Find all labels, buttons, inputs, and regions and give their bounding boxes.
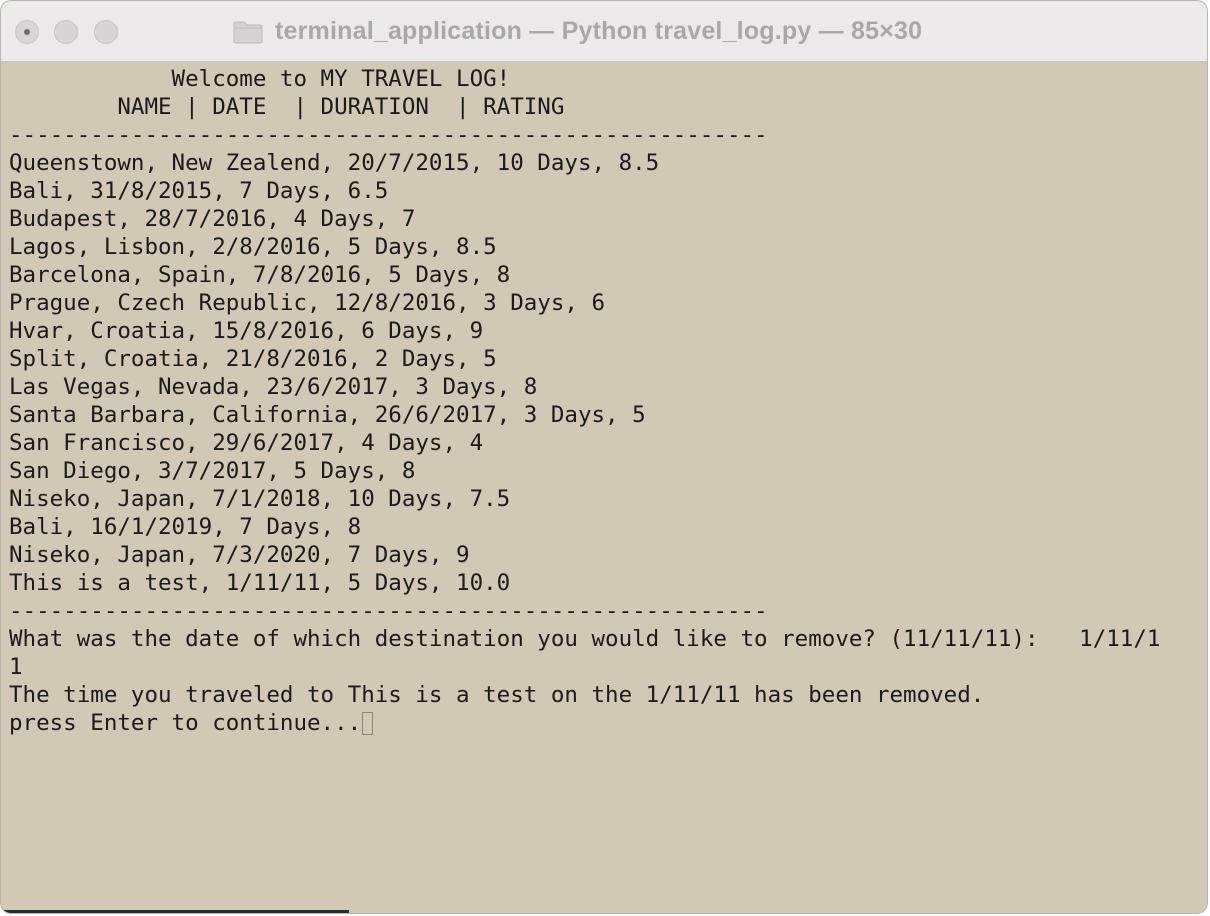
travel-entry-line: Bali, 31/8/2015, 7 Days, 6.5 — [9, 178, 389, 204]
window-title: terminal_application — Python travel_log… — [275, 17, 923, 45]
folder-icon — [233, 20, 263, 44]
terminal-window: terminal_application — Python travel_log… — [0, 0, 1208, 914]
travel-entry-line: Santa Barbara, California, 26/6/2017, 3 … — [9, 402, 646, 428]
separator-top: ----------------------------------------… — [9, 122, 768, 148]
removal-result-message: The time you traveled to This is a test … — [9, 682, 985, 708]
continue-prompt: press Enter to continue... — [9, 710, 362, 736]
title-bar[interactable]: terminal_application — Python travel_log… — [1, 1, 1207, 62]
terminal-output[interactable]: Welcome to MY TRAVEL LOG! NAME | DATE | … — [1, 62, 1207, 913]
travel-entry-line: San Francisco, 29/6/2017, 4 Days, 4 — [9, 430, 484, 456]
close-dot-icon — [24, 29, 30, 35]
window-bottom-edge — [1, 910, 349, 913]
travel-entry-line: Queenstown, New Zealend, 20/7/2015, 10 D… — [9, 150, 660, 176]
close-button[interactable] — [15, 20, 39, 44]
banner-line: Welcome to MY TRAVEL LOG! — [9, 66, 511, 92]
remove-date-prompt-wrap: 1 — [9, 654, 23, 680]
travel-entry-line: Hvar, Croatia, 15/8/2016, 6 Days, 9 — [9, 318, 484, 344]
travel-entry-line: This is a test, 1/11/11, 5 Days, 10.0 — [9, 570, 511, 596]
travel-entry-line: Budapest, 28/7/2016, 4 Days, 7 — [9, 206, 416, 232]
travel-entry-line: San Diego, 3/7/2017, 5 Days, 8 — [9, 458, 416, 484]
travel-entry-line: Split, Croatia, 21/8/2016, 2 Days, 5 — [9, 346, 497, 372]
travel-entry-line: Las Vegas, Nevada, 23/6/2017, 3 Days, 8 — [9, 374, 538, 400]
travel-entries-list: Queenstown, New Zealend, 20/7/2015, 10 D… — [9, 149, 1207, 597]
remove-date-prompt: What was the date of which destination y… — [9, 626, 1161, 652]
minimize-button[interactable] — [54, 20, 78, 44]
travel-entry-line: Prague, Czech Republic, 12/8/2016, 3 Day… — [9, 290, 606, 316]
separator-bottom: ----------------------------------------… — [9, 598, 768, 624]
continue-prompt-line: press Enter to continue... — [9, 709, 1207, 737]
travel-entry-line: Lagos, Lisbon, 2/8/2016, 5 Days, 8.5 — [9, 234, 497, 260]
travel-entry-line: Niseko, Japan, 7/1/2018, 10 Days, 7.5 — [9, 486, 511, 512]
zoom-button[interactable] — [94, 20, 118, 44]
column-header-line: NAME | DATE | DURATION | RATING — [9, 94, 565, 120]
window-title-group: terminal_application — Python travel_log… — [233, 1, 922, 62]
travel-entry-line: Barcelona, Spain, 7/8/2016, 5 Days, 8 — [9, 262, 511, 288]
text-cursor[interactable] — [362, 712, 374, 735]
travel-entry-line: Bali, 16/1/2019, 7 Days, 8 — [9, 514, 362, 540]
travel-entry-line: Niseko, Japan, 7/3/2020, 7 Days, 9 — [9, 542, 470, 568]
